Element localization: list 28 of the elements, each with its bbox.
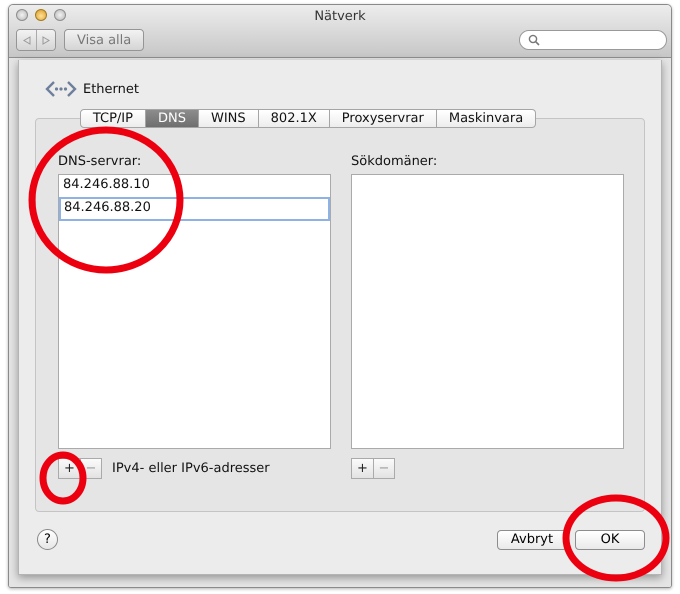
tab[interactable]: WINS	[198, 109, 259, 128]
ethernet-icon	[45, 80, 77, 98]
forward-button[interactable]	[36, 30, 55, 50]
search-domains-label: Sökdomäner:	[351, 154, 438, 169]
close-button[interactable]	[16, 9, 28, 21]
annotation-circle	[40, 452, 86, 504]
zoom-button[interactable]	[54, 9, 66, 21]
address-hint: IPv4- eller IPv6-adresser	[112, 461, 270, 476]
dns-server-list[interactable]: 84.246.88.10 84.246.88.20	[58, 174, 331, 449]
dns-server-entry[interactable]: 84.246.88.20	[59, 197, 330, 221]
dialog-button[interactable]: OK	[575, 530, 645, 550]
tab[interactable]: Maskinvara	[436, 109, 536, 128]
dialog-button[interactable]: Avbryt	[497, 530, 567, 550]
tab[interactable]: TCP/IP	[80, 109, 146, 128]
forward-icon	[42, 36, 50, 44]
dns-servers-label: DNS-servrar:	[58, 154, 142, 169]
tab[interactable]: 802.1X	[258, 109, 330, 128]
search-field[interactable]	[519, 30, 667, 50]
dns-server-entry[interactable]: 84.246.88.10	[59, 175, 330, 197]
interface-name: Ethernet	[83, 82, 139, 96]
window-title: Nätverk	[314, 8, 366, 24]
back-icon	[22, 36, 30, 44]
tab[interactable]: Proxyservrar	[330, 109, 437, 128]
tab[interactable]: DNS	[146, 109, 199, 128]
help-button[interactable]: ?	[37, 529, 58, 550]
search-icon	[528, 34, 540, 46]
minimize-button[interactable]	[35, 9, 47, 21]
back-button[interactable]	[17, 30, 36, 50]
